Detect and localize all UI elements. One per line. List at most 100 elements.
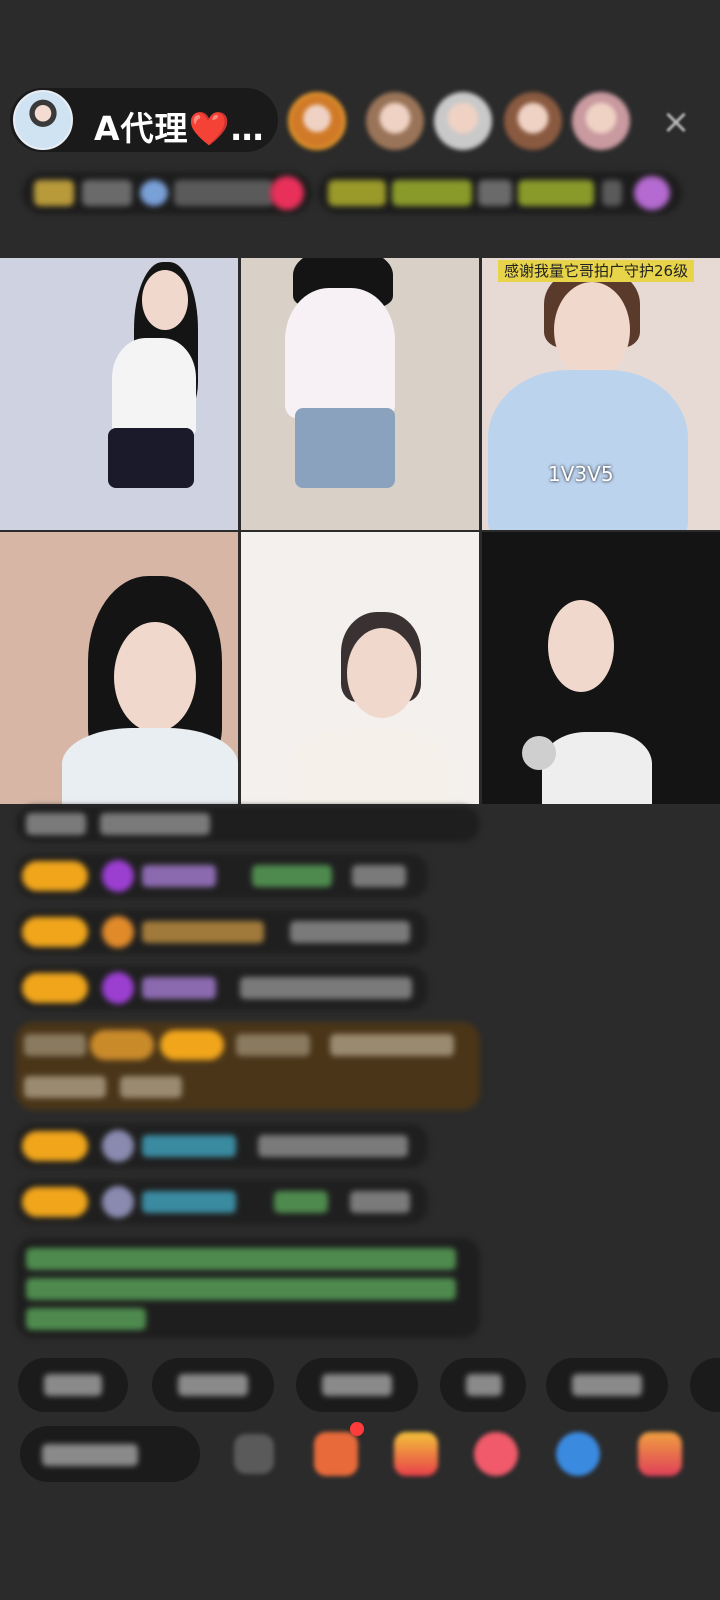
chat-message[interactable]	[16, 910, 428, 954]
guest-figure	[554, 282, 630, 378]
chat-text	[120, 1076, 182, 1098]
viewer-avatar[interactable]	[504, 92, 562, 150]
chat-text	[352, 865, 406, 887]
chat-text	[100, 813, 210, 835]
guest-figure	[347, 628, 417, 718]
chat-message[interactable]	[16, 1124, 428, 1168]
marquee-text	[392, 180, 472, 206]
level-icon	[102, 1130, 134, 1162]
notification-dot	[350, 1422, 364, 1436]
marquee-text	[478, 180, 512, 206]
level-icon	[102, 1186, 134, 1218]
chat-message-highlighted[interactable]	[16, 1022, 480, 1110]
tile-banner: 感谢我量它哥拍广守护26级	[498, 260, 695, 282]
chat-username[interactable]	[274, 1191, 328, 1213]
host-avatar[interactable]	[13, 90, 73, 150]
guest-video-tile[interactable]	[482, 532, 720, 804]
guest-figure	[295, 408, 395, 488]
rank-value	[174, 180, 274, 206]
top-viewers-list	[288, 84, 648, 158]
quick-reply-chip[interactable]	[18, 1358, 128, 1412]
quick-reply-row	[0, 1358, 720, 1412]
fan-badge	[22, 1187, 88, 1217]
chat-username[interactable]	[142, 921, 264, 943]
activity-icon[interactable]	[314, 1432, 358, 1476]
chat-input[interactable]	[20, 1426, 200, 1482]
fan-badge	[22, 973, 88, 1003]
quick-reply-chip[interactable]	[546, 1358, 668, 1412]
chat-text	[26, 813, 86, 835]
rank-badge-icon	[34, 180, 74, 206]
chevron-right-icon	[602, 180, 622, 206]
guest-figure	[542, 732, 652, 804]
guest-video-tile[interactable]	[241, 532, 479, 804]
viewer-avatar[interactable]	[434, 92, 492, 150]
chat-username[interactable]	[142, 977, 216, 999]
guest-figure	[285, 288, 395, 418]
guest-video-tile[interactable]: 感谢我量它哥拍广守护26级 1V3V5	[482, 258, 720, 530]
rank-avatar[interactable]	[270, 176, 304, 210]
level-icon	[102, 860, 134, 892]
chat-message[interactable]	[16, 966, 428, 1010]
microphone-icon	[522, 736, 556, 770]
chat-message[interactable]	[16, 1180, 428, 1224]
viewer-avatar[interactable]	[288, 92, 346, 150]
system-notice	[16, 1238, 480, 1338]
star-icon	[140, 180, 168, 206]
notice-text	[26, 1278, 456, 1300]
rank-text	[82, 180, 132, 206]
guest-figure	[62, 728, 238, 804]
guest-figure	[488, 370, 688, 530]
chat-text	[290, 921, 410, 943]
notice-text	[26, 1248, 456, 1270]
gift-icon[interactable]	[634, 176, 670, 210]
host-info-pill[interactable]: A代理❤️…	[10, 88, 278, 152]
multi-guest-video-grid: 感谢我量它哥拍广守护26级 1V3V5	[0, 258, 720, 806]
quick-reply-chip[interactable]	[152, 1358, 274, 1412]
live-room-header: A代理❤️… ×	[0, 84, 720, 158]
chat-text	[24, 1076, 106, 1098]
chat-username[interactable]	[142, 1135, 236, 1157]
guest-video-tile[interactable]	[241, 258, 479, 530]
chat-text	[330, 1034, 454, 1056]
rank-info-bar	[22, 172, 690, 214]
guest-figure	[108, 428, 194, 488]
tile-overlay-label: 1V3V5	[548, 462, 614, 486]
fan-badge	[22, 917, 88, 947]
guest-figure	[548, 600, 614, 692]
chat-username[interactable]	[236, 1034, 310, 1056]
guest-video-tile[interactable]	[0, 258, 238, 530]
quick-reply-chip[interactable]	[440, 1358, 526, 1412]
chat-username[interactable]	[142, 865, 216, 887]
vip-badge	[90, 1030, 154, 1060]
game-icon[interactable]	[556, 1432, 600, 1476]
level-icon	[102, 972, 134, 1004]
marquee-tag	[328, 180, 386, 206]
viewer-avatar[interactable]	[366, 92, 424, 150]
chat-username[interactable]	[142, 1191, 236, 1213]
close-icon[interactable]: ×	[656, 102, 696, 142]
chat-text	[240, 977, 412, 999]
fan-badge	[22, 1131, 88, 1161]
chat-text	[350, 1191, 410, 1213]
chat-message[interactable]	[16, 854, 428, 898]
gift-icon[interactable]	[638, 1432, 682, 1476]
level-icon	[102, 916, 134, 948]
more-icon[interactable]	[234, 1434, 274, 1474]
fan-badge	[160, 1030, 224, 1060]
chat-username[interactable]	[252, 865, 332, 887]
host-name[interactable]: A代理❤️…	[94, 102, 265, 150]
fan-badge	[22, 861, 88, 891]
lottery-icon[interactable]	[394, 1432, 438, 1476]
guest-video-tile[interactable]	[0, 532, 238, 804]
guest-figure	[289, 728, 449, 804]
chat-message	[16, 806, 480, 842]
viewer-avatar[interactable]	[572, 92, 630, 150]
gift-box-icon[interactable]	[474, 1432, 518, 1476]
quick-reply-chip[interactable]	[296, 1358, 418, 1412]
chat-text	[24, 1034, 86, 1056]
quick-reply-chip[interactable]	[690, 1358, 720, 1412]
guest-figure	[114, 622, 196, 732]
guest-figure	[142, 270, 188, 330]
chat-text	[258, 1135, 408, 1157]
